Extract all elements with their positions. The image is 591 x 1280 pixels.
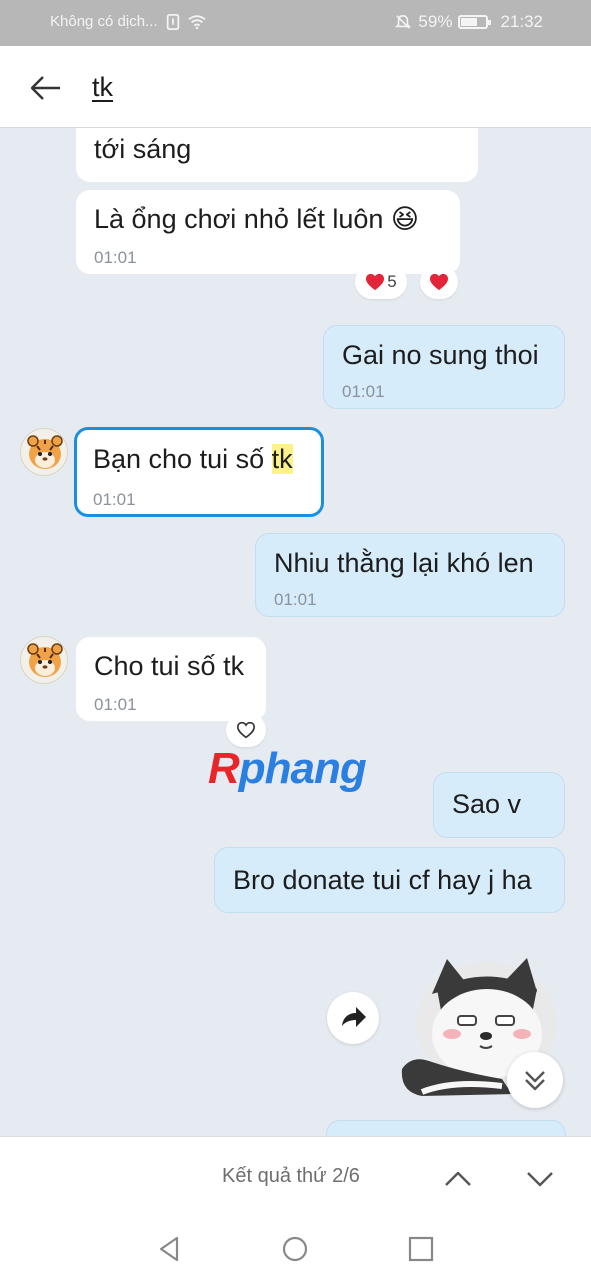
chevron-up-icon[interactable] bbox=[438, 1159, 478, 1199]
heart-outline-icon bbox=[236, 721, 256, 739]
forward-icon bbox=[342, 1007, 366, 1027]
message-bubble-outgoing[interactable]: Gai no sung thoi 01:01 bbox=[323, 325, 565, 409]
reaction-count-badge[interactable]: 5 bbox=[355, 265, 407, 299]
message-text: Là ổng chơi nhỏ lết luôn 😆 bbox=[94, 204, 420, 234]
watermark-logo: Rphang bbox=[208, 744, 367, 794]
chevron-down-icon[interactable] bbox=[520, 1159, 560, 1199]
double-chevron-down-icon bbox=[525, 1071, 545, 1091]
message-text: Nhiu thằng lại khó len bbox=[274, 548, 534, 578]
search-keyword-title[interactable]: tk bbox=[92, 72, 113, 103]
heart-icon bbox=[366, 273, 385, 291]
search-result-counter: Kết quả thứ 2/6 bbox=[222, 1165, 360, 1187]
status-bar: Không có dịch... 59% 21:32 bbox=[0, 0, 591, 46]
message-bubble-incoming[interactable]: tới sáng bbox=[76, 128, 478, 182]
avatar[interactable] bbox=[20, 636, 68, 684]
message-time: 01:01 bbox=[94, 248, 137, 267]
mute-bell-icon bbox=[395, 14, 412, 29]
watermark-rest: phang bbox=[238, 744, 367, 793]
nav-recents-icon[interactable] bbox=[404, 1232, 438, 1266]
nav-home-icon[interactable] bbox=[278, 1232, 312, 1266]
sim-icon bbox=[166, 13, 179, 30]
message-text: Bạn cho tui số bbox=[93, 444, 272, 474]
system-navigation-bar bbox=[0, 1218, 591, 1280]
tiger-avatar-icon bbox=[27, 643, 63, 677]
message-bubble-outgoing[interactable]: Nhiu thằng lại khó len 01:01 bbox=[255, 533, 565, 617]
message-text: Bro donate tui cf hay j ha bbox=[233, 865, 532, 895]
heart-icon bbox=[430, 273, 448, 291]
message-text: Cho tui số tk bbox=[94, 651, 245, 681]
react-button[interactable] bbox=[226, 713, 266, 747]
scroll-to-bottom-button[interactable] bbox=[507, 1052, 563, 1108]
message-time: 01:01 bbox=[94, 695, 137, 714]
message-text: tới sáng bbox=[94, 134, 192, 164]
chat-header: tk bbox=[0, 46, 591, 128]
message-bubble-incoming[interactable]: Cho tui số tk 01:01 bbox=[76, 637, 266, 721]
message-bubble-outgoing[interactable]: Bro donate tui cf hay j ha bbox=[214, 847, 565, 913]
react-button[interactable] bbox=[420, 265, 458, 299]
message-time: 01:01 bbox=[274, 590, 317, 609]
message-bubble-outgoing[interactable]: Sao v bbox=[433, 772, 565, 838]
message-text: Gai no sung thoi bbox=[342, 340, 539, 370]
battery-percent: 59% bbox=[418, 12, 453, 31]
battery-icon bbox=[458, 15, 492, 29]
tiger-avatar-icon bbox=[27, 435, 63, 469]
clock: 21:32 bbox=[500, 12, 543, 31]
wifi-icon bbox=[187, 14, 206, 29]
message-bubble-incoming-highlighted[interactable]: Bạn cho tui số tk 01:01 bbox=[74, 427, 324, 517]
nav-back-icon[interactable] bbox=[153, 1232, 187, 1266]
battery-fill bbox=[461, 18, 477, 26]
message-bubble-incoming[interactable]: Là ổng chơi nhỏ lết luôn 😆 01:01 bbox=[76, 190, 460, 274]
avatar[interactable] bbox=[20, 428, 68, 476]
watermark-first-letter: R bbox=[208, 744, 240, 793]
reaction-count: 5 bbox=[387, 272, 397, 291]
forward-button[interactable] bbox=[327, 992, 379, 1044]
carrier-text: Không có dịch... bbox=[50, 13, 158, 30]
back-arrow-icon[interactable] bbox=[26, 68, 66, 108]
search-result-bar: Kết quả thứ 2/6 bbox=[0, 1136, 591, 1218]
message-text: Sao v bbox=[452, 789, 522, 819]
search-highlight: tk bbox=[271, 444, 293, 474]
message-time: 01:01 bbox=[93, 490, 136, 509]
message-time: 01:01 bbox=[342, 382, 385, 401]
message-bubble-outgoing[interactable] bbox=[326, 1120, 566, 1136]
